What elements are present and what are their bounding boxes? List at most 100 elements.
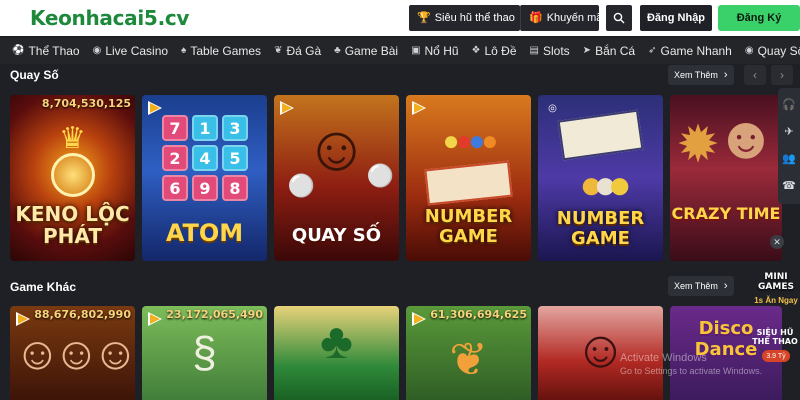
game-title: NUMBER GAME <box>424 206 513 247</box>
crown-icon: ♛ <box>59 122 86 155</box>
nav-item-3[interactable]: ❦ Đá Gà <box>274 44 321 58</box>
game-card-other-1[interactable]: 88,676,802,990 ☺☺☺ <box>10 306 135 400</box>
nav-item-label: Lô Đề <box>484 44 517 58</box>
close-icon[interactable]: ✕ <box>770 235 784 249</box>
nav-item-label: Game Bài <box>344 44 399 58</box>
jackpot-amount: 8,704,530,125 <box>41 97 131 110</box>
login-button[interactable]: Đăng Nhập <box>640 5 712 31</box>
game-card-other-3[interactable]: ♣ <box>274 306 399 400</box>
nav-item-10[interactable]: ◉ Quay Số <box>745 44 800 58</box>
headset-icon[interactable]: 🎧 <box>782 100 796 111</box>
register-button[interactable]: Đăng Ký <box>718 5 800 31</box>
phone-icon[interactable]: ☎ <box>782 181 796 192</box>
number-grid: 713 245 698 <box>162 115 248 201</box>
game-card-crazy-time[interactable]: ☻ ✹ CRAZY TIME <box>670 95 782 261</box>
number-tile: 7 <box>162 115 188 141</box>
game-card-other-4[interactable]: 61,306,694,625 ❦ <box>406 306 531 400</box>
community-icon[interactable]: 👥 <box>782 154 796 165</box>
nav-item-label: Thể Thao <box>28 44 80 58</box>
sports-jackpot-amount: 3.9 Tỷ <box>762 350 790 362</box>
jackpot-amount: 88,676,802,990 <box>34 308 131 321</box>
lottery-balls-icon: ●●●● <box>442 125 499 156</box>
floating-contact-bar: 🎧 ✈ 👥 ☎ <box>778 88 800 204</box>
nav-item-2[interactable]: ♠ Table Games <box>181 44 261 58</box>
game-card-quay-so[interactable]: ☺ ⚪ ⚪ QUAY SỐ <box>274 95 399 261</box>
nav-item-label: Nổ Hũ <box>424 44 459 58</box>
nav-item-6[interactable]: ❖ Lô Đề <box>472 44 517 58</box>
number-tile: 6 <box>162 175 188 201</box>
slot-machine-icon: ▤ <box>529 45 539 56</box>
nav-item-5[interactable]: ▣ Nổ Hũ <box>411 44 458 58</box>
game-title: QUAY SỐ <box>291 225 382 246</box>
nav-item-9[interactable]: ➶ Game Nhanh <box>648 44 732 58</box>
lottery-ticket-icon <box>424 160 513 206</box>
rocket-icon: ➶ <box>648 45 657 56</box>
fish-icon: ➤ <box>582 45 592 56</box>
phoenix-icon: ❦ <box>449 333 488 385</box>
promotions-button[interactable]: 🎁 Khuyến mãi <box>520 5 605 31</box>
wheel-icon: ✹ <box>676 116 720 174</box>
sports-jackpot-widget[interactable]: SIÊU HŨ THỂ THAO <box>750 328 800 346</box>
os-activation-watermark: Activate Windows Go to Settings to activ… <box>620 352 762 378</box>
number-tile: 9 <box>192 175 218 201</box>
game-card-number-game[interactable]: ●●●● NUMBER GAME <box>406 95 531 261</box>
game-card-other-2[interactable]: 23,172,065,490 § <box>142 306 267 400</box>
jackpot-amount: 23,172,065,490 <box>166 308 263 321</box>
nav-item-label: Slots <box>542 44 570 58</box>
nav-item-1[interactable]: ◉ Live Casino <box>93 44 168 58</box>
chevron-right-icon: › <box>723 279 728 292</box>
sports-jackpot-label: Siêu hũ thể thao <box>434 12 515 24</box>
game-title: ATOM <box>165 219 244 247</box>
characters-icon: ☺☺☺ <box>14 327 135 379</box>
see-more-label: Xem Thêm <box>674 281 718 291</box>
telegram-icon[interactable]: ✈ <box>784 127 793 138</box>
site-logo[interactable]: Keonhacai5.cv <box>30 6 189 30</box>
main-nav: ⚽ Thể Thao ◉ Live Casino ♠ Table Games ❦ Đá Gà ♣… <box>0 38 800 64</box>
nav-item-label: Table Games <box>190 44 262 58</box>
number-tile: 5 <box>222 145 248 171</box>
nav-item-label: Bắn Cá <box>595 44 636 58</box>
top-header: Keonhacai5.cv 🏆 Siêu hũ thể thao 🎁 Khuyế… <box>0 0 800 36</box>
nav-item-7[interactable]: ▤ Slots <box>530 44 570 58</box>
nav-item-8[interactable]: ➤ Bắn Cá <box>583 44 635 58</box>
jackpot-amount: 61,306,694,625 <box>430 308 527 321</box>
sports-jackpot-button[interactable]: 🏆 Siêu hũ thể thao <box>409 5 520 31</box>
game-card-keno[interactable]: 8,704,530,125 ♛ KENO LỘC PHÁT <box>10 95 135 261</box>
number-tile: 4 <box>192 145 218 171</box>
game-card-atom[interactable]: 713 245 698 ATOM <box>142 95 267 261</box>
carousel-next-button[interactable]: › <box>771 65 793 85</box>
win-badge <box>10 153 135 202</box>
watermark-title: Activate Windows <box>620 352 707 364</box>
soccer-icon: ⚽ <box>12 45 25 56</box>
lottery-ball-icon: ⚪ <box>366 163 395 188</box>
playing-card-icon: ♣ <box>334 45 341 56</box>
chevron-right-icon: › <box>723 68 728 81</box>
see-more-lottery-button[interactable]: Xem Thêm › <box>668 65 734 85</box>
see-more-label: Xem Thêm <box>674 70 718 80</box>
nav-item-label: Game Nhanh <box>660 44 732 58</box>
nav-item-label: Quay Số <box>757 44 800 58</box>
number-tile: 1 <box>192 115 218 141</box>
number-tile: 8 <box>222 175 248 201</box>
nav-item-4[interactable]: ♣ Game Bài <box>334 44 398 58</box>
page: Keonhacai5.cv 🏆 Siêu hũ thể thao 🎁 Khuyế… <box>0 0 800 400</box>
game-title: NUMBER GAME <box>556 208 645 249</box>
leprechaun-icon: ♣ <box>320 313 353 369</box>
provider-badge: ◎ <box>548 103 557 114</box>
search-icon <box>613 12 625 24</box>
game-title: KENO LỘC PHÁT <box>15 202 130 248</box>
number-tile: 2 <box>162 145 188 171</box>
see-more-other-button[interactable]: Xem Thêm › <box>668 276 734 296</box>
mini-games-widget[interactable]: MINI GAMES <box>752 272 800 292</box>
rooster-icon: ❦ <box>274 45 283 56</box>
trophy-icon: 🏆 <box>417 11 431 24</box>
carousel-prev-button[interactable]: ‹ <box>744 65 766 85</box>
search-button[interactable] <box>606 5 632 31</box>
gift-icon: 🎁 <box>529 11 543 24</box>
game-card-number-game-2[interactable]: ◎ ●●● NUMBER GAME <box>538 95 663 261</box>
lottery-balls-icon: ●●● <box>579 163 632 207</box>
number-tile: 3 <box>222 115 248 141</box>
section-title-other-games: Game Khác <box>10 280 77 294</box>
lottery-ticket-icon <box>557 109 644 161</box>
nav-item-0[interactable]: ⚽ Thể Thao <box>12 44 80 58</box>
